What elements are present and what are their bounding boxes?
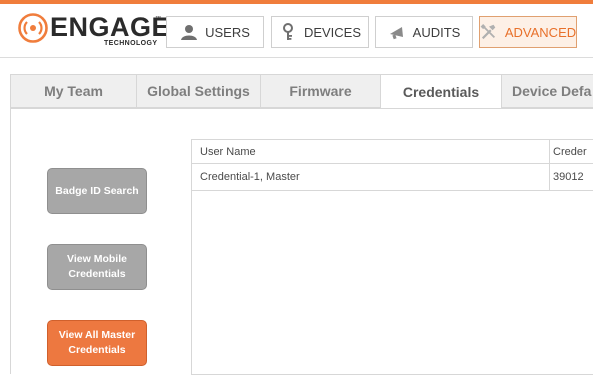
table-row[interactable]: Credential-1, Master 39012 bbox=[192, 163, 593, 191]
brand-subtitle: TECHNOLOGY bbox=[104, 40, 158, 47]
column-header-user-name[interactable]: User Name bbox=[192, 140, 549, 163]
tab-global-settings[interactable]: Global Settings bbox=[136, 74, 261, 108]
megaphone-icon bbox=[388, 23, 406, 41]
tab-my-team[interactable]: My Team bbox=[10, 74, 137, 108]
user-icon bbox=[180, 23, 198, 41]
tab-label: Global Settings bbox=[147, 83, 250, 99]
key-icon bbox=[279, 23, 297, 41]
engage-logo-icon bbox=[18, 13, 48, 43]
brand-trademark: ™ bbox=[155, 16, 161, 22]
nav-advanced-label: ADVANCED bbox=[504, 24, 577, 40]
nav-devices-label: DEVICES bbox=[303, 24, 362, 40]
engage-logo[interactable]: ENGAGE ™ TECHNOLOGY bbox=[18, 10, 170, 50]
table-header: User Name Creder bbox=[192, 140, 593, 164]
credentials-panel: Badge ID Search View Mobile Credentials … bbox=[10, 108, 593, 375]
nav-users-label: USERS bbox=[205, 24, 250, 40]
tab-firmware[interactable]: Firmware bbox=[260, 74, 381, 108]
nav-users-button[interactable]: USERS bbox=[166, 16, 264, 48]
settings-tabs: My Team Global Settings Firmware Credent… bbox=[10, 74, 593, 109]
tab-label: Credentials bbox=[402, 83, 480, 100]
tab-device-defaults[interactable]: Device Defa bbox=[501, 74, 593, 108]
column-header-credential[interactable]: Creder bbox=[549, 140, 593, 163]
view-all-master-credentials-button[interactable]: View All Master Credentials bbox=[47, 320, 147, 366]
nav-devices-button[interactable]: DEVICES bbox=[271, 16, 369, 48]
header: ENGAGE ™ TECHNOLOGY USERS DEVICES AUDITS… bbox=[0, 4, 593, 58]
tab-label: My Team bbox=[44, 83, 103, 99]
tab-label: Firmware bbox=[289, 83, 352, 99]
view-mobile-credentials-button[interactable]: View Mobile Credentials bbox=[47, 244, 147, 290]
tab-credentials[interactable]: Credentials bbox=[380, 74, 502, 109]
nav-advanced-button[interactable]: ADVANCED bbox=[479, 16, 577, 48]
nav-audits-label: AUDITS bbox=[412, 24, 461, 40]
tab-label: Device Defa bbox=[512, 83, 592, 99]
credentials-table: User Name Creder Credential-1, Master 39… bbox=[191, 139, 593, 375]
nav-audits-button[interactable]: AUDITS bbox=[375, 16, 473, 48]
cell-user-name: Credential-1, Master bbox=[200, 170, 300, 183]
cell-credential: 39012 bbox=[549, 163, 593, 190]
brand-name: ENGAGE bbox=[50, 12, 171, 42]
tools-icon bbox=[480, 23, 498, 41]
badge-id-search-button[interactable]: Badge ID Search bbox=[47, 168, 147, 214]
